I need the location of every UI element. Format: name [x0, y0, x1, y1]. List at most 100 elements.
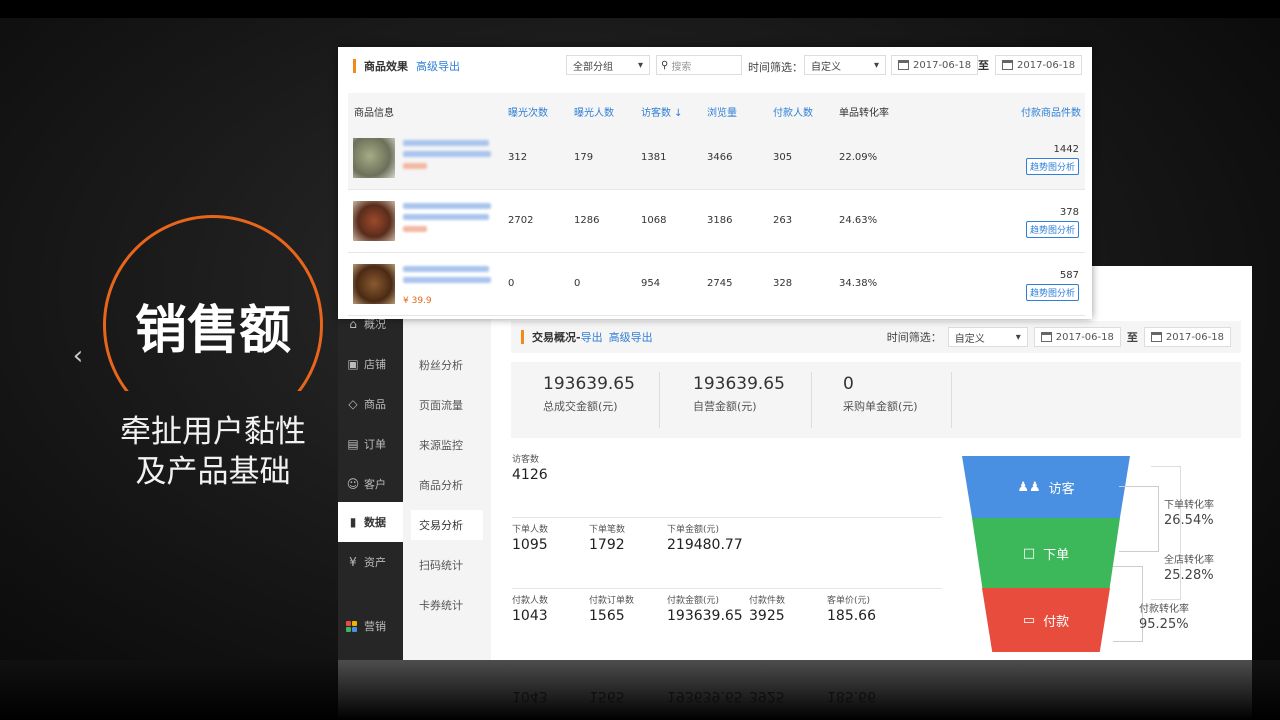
- product-name-blurred: [403, 266, 489, 272]
- date-value: 2017-06-18: [1017, 59, 1076, 71]
- submenu-scan-stats[interactable]: 扫码统计: [411, 550, 483, 580]
- reflected-text: 1565: [589, 688, 625, 704]
- user-icon: ☺: [346, 477, 360, 491]
- search-input[interactable]: ⚲ 搜索: [656, 55, 742, 75]
- metric-value: 1095: [512, 537, 548, 553]
- col-pay-items[interactable]: 付款商品件数: [1021, 104, 1081, 119]
- advanced-export-link[interactable]: 高级导出: [416, 58, 460, 74]
- date-from-field[interactable]: 2017-06-18: [1033, 327, 1121, 347]
- caret-down-icon: ▾: [873, 59, 879, 71]
- time-filter: 时间筛选： 自定义 ▾ 2017-06-18 至 2017-06-18: [887, 327, 1231, 347]
- date-value: 2017-06-18: [1165, 331, 1224, 343]
- col-exposure-users[interactable]: 曝光人数: [574, 104, 614, 119]
- trend-analysis-button[interactable]: 趋势图分析: [1025, 221, 1079, 238]
- export-link[interactable]: 导出: [581, 329, 603, 345]
- date-to-field[interactable]: 2017-06-18: [995, 55, 1083, 75]
- advanced-export-link[interactable]: 高级导出: [609, 329, 653, 345]
- submenu-page-traffic[interactable]: 页面流量: [411, 390, 483, 420]
- trend-analysis-button[interactable]: 趋势图分析: [1025, 158, 1079, 175]
- cell: 179: [574, 152, 594, 163]
- chevron-left-icon: ‹: [72, 341, 84, 371]
- group-select[interactable]: 全部分组 ▾: [566, 55, 650, 75]
- col-pageviews[interactable]: 浏览量: [707, 104, 737, 119]
- prev-slide-button[interactable]: ‹: [60, 336, 96, 376]
- sidebar-item-assets[interactable]: ¥ 资产: [338, 542, 403, 582]
- metric-label: 下单人数: [512, 525, 549, 535]
- header-accent-bar: [353, 59, 356, 73]
- col-product-info: 商品信息: [354, 108, 394, 119]
- metric-label: 访客数: [512, 455, 540, 465]
- product-thumbnail: [353, 138, 395, 178]
- product-price-blurred: [403, 226, 427, 232]
- trend-analysis-button[interactable]: 趋势图分析: [1025, 284, 1079, 301]
- funnel-visitors: ♟♟ 访客: [962, 456, 1130, 518]
- sidebar-label: 店铺: [364, 358, 386, 371]
- select-value: 自定义: [954, 333, 985, 345]
- metric-value: 3925: [749, 608, 785, 624]
- col-pay-users[interactable]: 付款人数: [773, 104, 813, 119]
- sidebar-item-store[interactable]: ▣ 店铺: [338, 344, 403, 384]
- sidebar-item-marketing[interactable]: 营销: [338, 606, 403, 646]
- select-value: 全部分组: [573, 61, 613, 73]
- reflected-text: 185.66: [827, 688, 876, 704]
- metric-value: 1792: [589, 537, 625, 553]
- col-exposure-count[interactable]: 曝光次数: [508, 104, 548, 119]
- divider: [811, 372, 812, 428]
- sidebar-label: 营销: [364, 620, 386, 633]
- date-from-field[interactable]: 2017-06-18: [891, 55, 979, 75]
- submenu-fans-analysis[interactable]: 粉丝分析: [411, 350, 483, 380]
- time-filter-label: 时间筛选：: [886, 331, 942, 344]
- sidebar-label: 资产: [364, 556, 386, 569]
- time-filter-select[interactable]: 自定义 ▾: [804, 55, 886, 75]
- caret-down-icon: ▾: [1015, 331, 1021, 343]
- bar-chart-icon: ▮: [349, 515, 357, 529]
- reflected-text: 193639.65: [667, 688, 743, 704]
- home-icon: ⌂: [349, 317, 357, 331]
- sidebar-label: 数据: [364, 516, 386, 529]
- submenu-trade-analysis[interactable]: 交易分析: [411, 510, 483, 540]
- rate-value: 95.25%: [1139, 617, 1189, 632]
- product-name-blurred: [403, 214, 489, 220]
- pay-items-count: 587: [1059, 270, 1079, 281]
- trade-title: 交易概况-: [532, 331, 581, 344]
- col-conversion: 单品转化率: [839, 108, 889, 119]
- divider: [512, 517, 942, 518]
- cell: 312: [508, 152, 528, 163]
- stat-label: 总成交金额(元): [543, 400, 618, 413]
- submenu-source-monitor[interactable]: 来源监控: [411, 430, 483, 460]
- calendar-icon: [898, 60, 909, 70]
- cell: 34.38%: [839, 278, 878, 289]
- sidebar-item-data[interactable]: ▮ 数据: [338, 502, 403, 542]
- document-icon: □: [1022, 545, 1036, 561]
- sidebar-item-orders[interactable]: ▤ 订单: [338, 424, 403, 464]
- cell: 3466: [707, 152, 733, 163]
- date-to-field[interactable]: 2017-06-18: [1143, 327, 1231, 347]
- submenu-goods-analysis[interactable]: 商品分析: [411, 470, 483, 500]
- col-visitors[interactable]: 访客数 ↓: [641, 104, 683, 119]
- pay-items-count: 1442: [1053, 144, 1079, 155]
- rate-store-conversion: 全店转化率 25.28%: [1164, 551, 1214, 583]
- rate-label: 全店转化率: [1164, 555, 1214, 566]
- store-icon: ▣: [347, 357, 359, 371]
- metric-value: 1565: [589, 608, 625, 624]
- sidebar-item-customers[interactable]: ☺ 客户: [338, 464, 403, 504]
- cell: 1068: [641, 215, 667, 226]
- metric-label: 付款人数: [512, 596, 549, 606]
- header-accent-bar: [521, 330, 524, 344]
- metric-label: 付款订单数: [589, 596, 635, 606]
- product-name-blurred: [403, 203, 491, 209]
- users-icon: ♟♟: [1017, 479, 1041, 495]
- reflection-content: 1043 1565 193639.65 3925 185.66: [338, 660, 1252, 720]
- tag-icon: ◇: [348, 397, 358, 411]
- time-filter-select[interactable]: 自定义 ▾: [947, 327, 1028, 347]
- funnel-label: 下单: [1043, 547, 1070, 563]
- table-row: 312 179 1381 3466 305 22.09% 1442 趋势图分析: [348, 127, 1085, 190]
- grid-icon: [346, 620, 360, 632]
- subtitle-line-1: 牵扯用户黏性: [120, 414, 306, 450]
- metric-value: 193639.65: [667, 608, 743, 624]
- sidebar-item-goods[interactable]: ◇ 商品: [338, 384, 403, 424]
- cell: 0: [508, 278, 515, 289]
- date-value: 2017-06-18: [1055, 331, 1114, 343]
- divider: [951, 372, 952, 428]
- submenu-coupon-stats[interactable]: 卡券统计: [411, 590, 483, 620]
